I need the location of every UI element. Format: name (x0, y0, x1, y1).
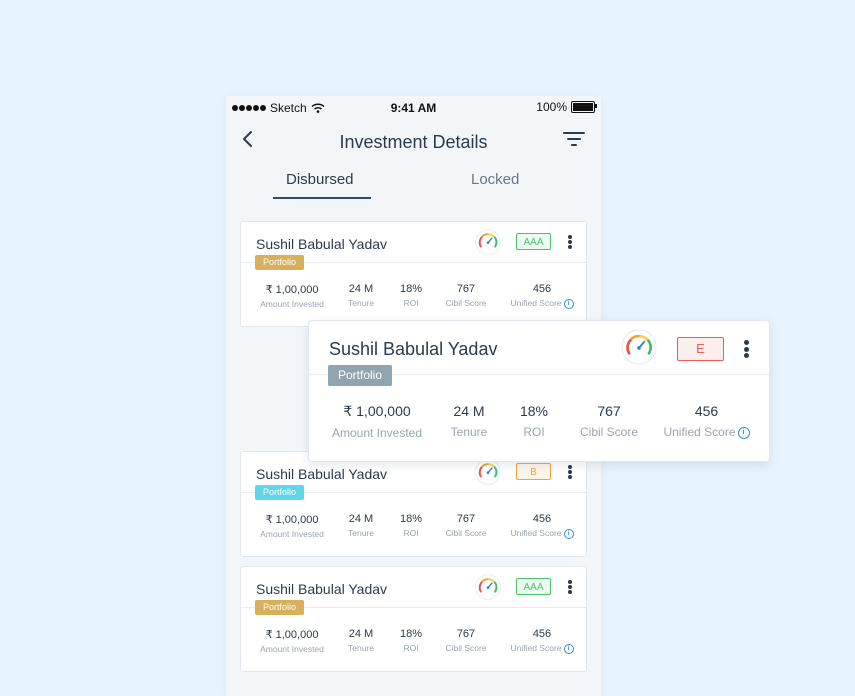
cibil-score-stat: 767 Cibil Score (445, 513, 487, 538)
investor-name: Sushil Babulal Yadav (329, 339, 498, 359)
info-icon[interactable]: i (737, 426, 750, 439)
unified-score-stat: 456 Unified Score i (503, 628, 581, 654)
tenure-stat: 24 M Tenure (348, 628, 374, 653)
page-title: Investment Details (339, 132, 488, 152)
grade-badge: B (516, 463, 551, 480)
battery-icon (571, 101, 597, 113)
score-gauge-icon (475, 459, 501, 485)
portfolio-tag: Portfolio (255, 600, 305, 615)
status-bar: Sketch 9:41 AM 100% (226, 96, 601, 120)
portfolio-tag: Portfolio (328, 365, 393, 386)
filter-icon[interactable] (563, 131, 585, 147)
roi-stat: 18% ROI (519, 403, 549, 439)
roi-stat: 18% ROI (399, 283, 423, 308)
info-icon[interactable]: i (563, 298, 574, 309)
amount-invested-stat: ₹ 1,00,000 Amount Invested (260, 514, 324, 539)
grade-badge: E (677, 337, 724, 361)
investor-name: Sushil Babulal Yadav (256, 466, 388, 482)
portfolio-tag: Portfolio (255, 485, 305, 500)
unified-score-stat: 456 Unified Score i (503, 283, 581, 309)
roi-stat: 18% ROI (399, 628, 423, 653)
investment-card[interactable]: Sushil Babulal Yadav AAA Portfolio ₹ 1,0… (240, 566, 587, 672)
investor-name: Sushil Babulal Yadav (256, 581, 388, 597)
tab-locked[interactable]: Locked (471, 171, 519, 188)
tenure-stat: 24 M Tenure (348, 283, 374, 308)
info-icon[interactable]: i (563, 643, 574, 654)
more-options-icon[interactable] (568, 580, 572, 594)
active-tab-indicator (273, 197, 371, 199)
tab-bar: Disbursed Locked (226, 162, 601, 202)
unified-score-stat: 456 Unified Score i (659, 403, 754, 439)
amount-invested-stat: ₹ 1,00,000 Amount Invested (260, 629, 324, 654)
more-options-icon[interactable] (568, 235, 572, 249)
investment-card[interactable]: Sushil Babulal Yadav B Portfolio ₹ 1,00,… (240, 451, 587, 557)
amount-invested-stat: ₹ 1,00,000 Amount Invested (331, 403, 423, 440)
tenure-stat: 24 M Tenure (450, 403, 488, 439)
info-icon[interactable]: i (563, 528, 574, 539)
nav-bar: Investment Details (226, 120, 601, 162)
investor-name: Sushil Babulal Yadav (256, 236, 388, 252)
amount-invested-stat: ₹ 1,00,000 Amount Invested (260, 284, 324, 309)
tenure-stat: 24 M Tenure (348, 513, 374, 538)
cibil-score-stat: 767 Cibil Score (445, 283, 487, 308)
score-gauge-icon (621, 329, 657, 365)
cibil-score-stat: 767 Cibil Score (579, 403, 639, 439)
featured-investment-card[interactable]: Sushil Babulal Yadav E Portfolio ₹ 1,00,… (308, 320, 770, 462)
score-gauge-icon (475, 574, 501, 600)
more-options-icon[interactable] (744, 340, 749, 358)
roi-stat: 18% ROI (399, 513, 423, 538)
battery-percent: 100% (536, 100, 567, 114)
more-options-icon[interactable] (568, 465, 572, 479)
cibil-score-stat: 767 Cibil Score (445, 628, 487, 653)
unified-score-stat: 456 Unified Score i (503, 513, 581, 539)
grade-badge: AAA (516, 578, 551, 595)
score-gauge-icon (475, 229, 501, 255)
grade-badge: AAA (516, 233, 551, 250)
tab-disbursed[interactable]: Disbursed (286, 171, 354, 188)
portfolio-tag: Portfolio (255, 255, 305, 270)
investment-card[interactable]: Sushil Babulal Yadav AAA Portfolio ₹ 1,0… (240, 221, 587, 327)
